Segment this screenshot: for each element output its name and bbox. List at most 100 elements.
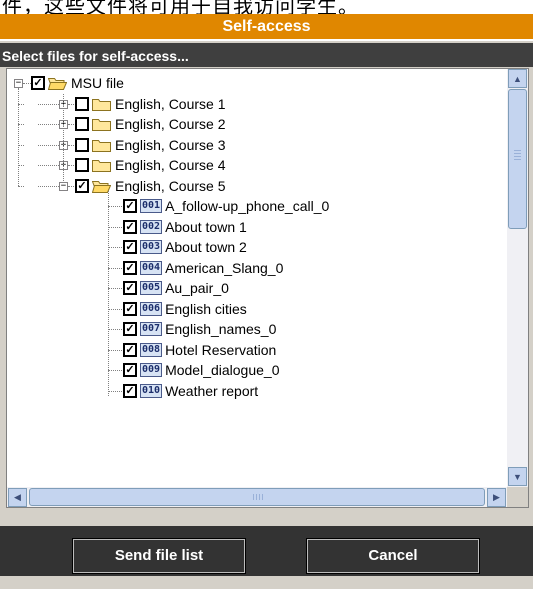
- numbered-file-icon: 001: [140, 199, 163, 213]
- scroll-down-button[interactable]: ▼: [508, 467, 527, 486]
- tree-item-file[interactable]: ✓ 007 English_names_0: [123, 319, 276, 339]
- tree-connector: [108, 288, 124, 289]
- background-text: 件，这些文件将可用于自我访问学生。: [2, 0, 359, 14]
- grip-line: [514, 153, 521, 154]
- checkbox-icon[interactable]: ✓: [123, 384, 137, 398]
- numbered-file-icon: 005: [140, 281, 163, 295]
- grip-line: [253, 494, 254, 500]
- checkbox-icon[interactable]: ✓: [123, 343, 137, 357]
- scroll-right-icon: ▶: [493, 492, 500, 502]
- tree-item-file[interactable]: ✓ 004 American_Slang_0: [123, 258, 283, 278]
- tree-item-file[interactable]: ✓ 002 About town 1: [123, 217, 247, 237]
- tree-item-label: English, Course 3: [115, 137, 226, 153]
- folder-open-icon: [47, 77, 68, 90]
- tree-connector: [108, 391, 124, 392]
- tree-connector: [38, 145, 59, 146]
- tree-item-course[interactable]: English, Course 3: [75, 135, 226, 155]
- horizontal-scrollbar[interactable]: ◀ ▶: [7, 487, 507, 507]
- folder-closed-icon: [92, 139, 111, 152]
- grip-line: [514, 150, 521, 151]
- numbered-file-icon: 007: [140, 322, 163, 336]
- tree-connector: [108, 191, 109, 396]
- tree-connector: [38, 124, 59, 125]
- tree-item-file[interactable]: ✓ 005 Au_pair_0: [123, 278, 229, 298]
- subtitle: Select files for self-access...: [0, 43, 533, 67]
- tree-connector: [108, 329, 124, 330]
- tree-connector: [18, 124, 24, 125]
- tree-item-label: About town 2: [165, 239, 247, 255]
- grip-line: [256, 494, 257, 500]
- tree-connector: [23, 83, 31, 84]
- tree-connector: [108, 247, 124, 248]
- checkbox-icon[interactable]: ✓: [123, 322, 137, 336]
- tree-item-root[interactable]: ✓ MSU file: [31, 73, 124, 93]
- checkbox-icon[interactable]: [75, 158, 89, 172]
- tree-item-label: English cities: [165, 301, 247, 317]
- tree-item-file[interactable]: ✓ 009 Model_dialogue_0: [123, 360, 280, 380]
- checkbox-icon[interactable]: [75, 138, 89, 152]
- tree-connector: [108, 268, 124, 269]
- tree-item-label: English, Course 5: [115, 178, 226, 194]
- grip-line: [259, 494, 260, 500]
- scroll-right-button[interactable]: ▶: [487, 488, 506, 507]
- tree-item-file[interactable]: ✓ 003 About town 2: [123, 237, 247, 257]
- vertical-scroll-thumb[interactable]: [508, 89, 527, 229]
- tree-item-label: American_Slang_0: [165, 260, 284, 276]
- checkbox-icon[interactable]: ✓: [123, 281, 137, 295]
- checkbox-icon[interactable]: ✓: [123, 220, 137, 234]
- tree-item-label: English, Course 2: [115, 116, 226, 132]
- tree-item-course[interactable]: English, Course 1: [75, 94, 226, 114]
- checkbox-icon[interactable]: ✓: [123, 302, 137, 316]
- tree-connector: [108, 227, 124, 228]
- scroll-up-icon: ▲: [513, 73, 522, 84]
- tree-item-file[interactable]: ✓ 001 A_follow-up_phone_call_0: [123, 196, 329, 216]
- checkbox-icon[interactable]: ✓: [123, 240, 137, 254]
- numbered-file-icon: 003: [140, 240, 163, 254]
- file-tree: − ✓ MSU file + English, Course 1 + English, Co…: [7, 69, 507, 487]
- scroll-down-icon: ▼: [513, 471, 522, 482]
- expander-icon[interactable]: −: [59, 182, 68, 191]
- tree-item-label: English, Course 1: [115, 96, 226, 112]
- numbered-file-icon: 004: [140, 261, 163, 275]
- checkbox-icon[interactable]: ✓: [123, 363, 137, 377]
- horizontal-scroll-thumb[interactable]: [29, 488, 485, 506]
- checkbox-icon[interactable]: ✓: [123, 199, 137, 213]
- tree-connector: [18, 186, 24, 187]
- checkbox-icon[interactable]: ✓: [123, 261, 137, 275]
- tree-item-label: Model_dialogue_0: [165, 362, 280, 378]
- tree-item-label: Hotel Reservation: [165, 342, 277, 358]
- tree-connector: [18, 88, 19, 186]
- tree-item-label: Weather report: [165, 383, 259, 399]
- tree-connector: [18, 165, 24, 166]
- tree-item-label: About town 1: [165, 219, 247, 235]
- tree-item-label: MSU file: [71, 75, 124, 91]
- checkbox-icon[interactable]: [75, 97, 89, 111]
- checkbox-icon[interactable]: ✓: [75, 179, 89, 193]
- checkbox-icon[interactable]: ✓: [31, 76, 45, 90]
- send-file-list-button[interactable]: Send file list: [72, 538, 246, 574]
- tree-connector: [63, 94, 64, 181]
- scroll-left-icon: ◀: [14, 492, 21, 502]
- file-tree-panel: − ✓ MSU file + English, Course 1 + English, Co…: [6, 68, 529, 508]
- cancel-button[interactable]: Cancel: [306, 538, 480, 574]
- background-text-strip: 件，这些文件将可用于自我访问学生。: [0, 0, 533, 14]
- scroll-left-button[interactable]: ◀: [8, 488, 27, 507]
- expander-icon[interactable]: −: [14, 79, 23, 88]
- vertical-scrollbar[interactable]: ▲ ▼: [507, 69, 528, 487]
- grip-line: [262, 494, 263, 500]
- numbered-file-icon: 002: [140, 220, 163, 234]
- numbered-file-icon: 008: [140, 343, 163, 357]
- tree-item-course[interactable]: ✓ English, Course 5: [75, 176, 226, 196]
- tree-item-course[interactable]: English, Course 2: [75, 114, 226, 134]
- tree-item-file[interactable]: ✓ 008 Hotel Reservation: [123, 340, 276, 360]
- tree-item-file[interactable]: ✓ 006 English cities: [123, 299, 247, 319]
- tree-item-label: English, Course 4: [115, 157, 226, 173]
- tree-connector: [108, 350, 124, 351]
- scroll-up-button[interactable]: ▲: [508, 69, 527, 88]
- tree-item-label: Au_pair_0: [165, 280, 229, 296]
- tree-item-course[interactable]: English, Course 4: [75, 155, 226, 175]
- checkbox-icon[interactable]: [75, 117, 89, 131]
- grip-line: [514, 156, 521, 157]
- tree-item-file[interactable]: ✓ 010 Weather report: [123, 381, 258, 401]
- grip-line: [514, 159, 521, 160]
